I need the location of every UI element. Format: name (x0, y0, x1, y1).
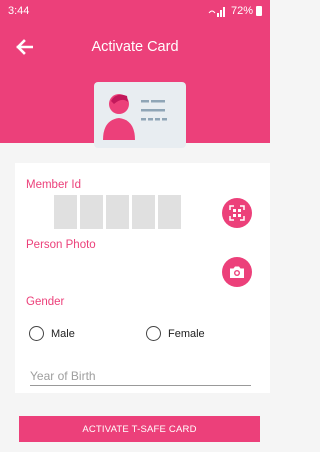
activate-card-button[interactable]: ACTIVATE T-SAFE CARD (19, 416, 260, 442)
gender-label: Gender (26, 296, 65, 308)
signal-icon (208, 6, 225, 17)
toolbar: Activate Card (0, 30, 270, 64)
activation-form: Member Id Person Photo Gender Male Femal… (15, 163, 270, 393)
radio-unchecked-icon (29, 326, 44, 341)
take-photo-button[interactable] (222, 257, 252, 287)
year-of-birth-input[interactable] (30, 366, 251, 386)
battery-icon (256, 6, 262, 16)
gender-option-male[interactable]: Male (29, 326, 75, 341)
status-bar: 3:44 72% (0, 0, 270, 22)
member-id-digit-box[interactable] (132, 195, 155, 229)
member-id-digit-box[interactable] (54, 195, 77, 229)
id-card-icon (103, 94, 167, 140)
status-icons: 72% (208, 5, 262, 17)
battery-percent: 72% (230, 5, 253, 17)
id-card-illustration (94, 82, 186, 148)
member-id-label: Member Id (26, 179, 81, 191)
member-id-digit-box[interactable] (80, 195, 103, 229)
member-id-digit-box[interactable] (106, 195, 129, 229)
gender-option-label: Female (168, 327, 205, 340)
gender-option-label: Male (51, 327, 75, 340)
member-id-digit-box[interactable] (158, 195, 181, 229)
gender-option-female[interactable]: Female (146, 326, 205, 341)
page-title: Activate Card (91, 39, 179, 55)
status-time: 3:44 (8, 5, 30, 17)
radio-unchecked-icon (146, 326, 161, 341)
person-photo-label: Person Photo (26, 239, 96, 251)
camera-icon (230, 266, 244, 278)
qr-scan-icon (229, 205, 245, 221)
scan-member-id-button[interactable] (222, 198, 252, 228)
